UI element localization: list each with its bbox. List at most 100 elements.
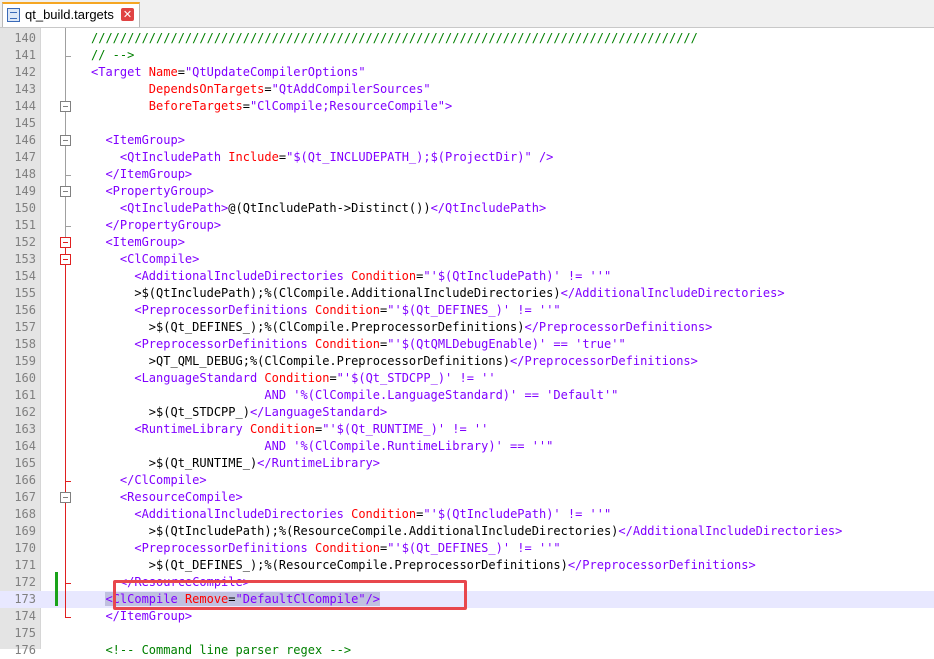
code-token: "'$(QtIncludePath)' != ''" bbox=[423, 269, 612, 283]
change-history-marker bbox=[55, 572, 58, 606]
fold-toggle-icon[interactable] bbox=[60, 492, 71, 503]
code-token: AND '%(ClCompile.RuntimeLibrary)' == ''" bbox=[264, 439, 554, 453]
code-line[interactable]: 146 <ItemGroup> bbox=[0, 132, 934, 149]
code-text: <Target Name="QtUpdateCompilerOptions" bbox=[91, 64, 366, 81]
code-text: AND '%(ClCompile.LanguageStandard)' == '… bbox=[91, 387, 618, 404]
code-line[interactable]: 169 >$(QtIncludePath);%(ResourceCompile.… bbox=[0, 523, 934, 540]
line-number: 172 bbox=[14, 575, 36, 589]
code-line[interactable]: 150 <QtIncludePath>@(QtIncludePath->Dist… bbox=[0, 200, 934, 217]
code-line[interactable]: 174 </ItemGroup> bbox=[0, 608, 934, 625]
line-number: 160 bbox=[14, 371, 36, 385]
fold-guide-line bbox=[65, 28, 66, 237]
code-line[interactable]: 176 <!-- Command line parser regex --> bbox=[0, 642, 934, 659]
code-line[interactable]: 156 <PreprocessorDefinitions Condition="… bbox=[0, 302, 934, 319]
line-number: 145 bbox=[14, 116, 36, 130]
fold-end-tick bbox=[65, 226, 71, 227]
code-line[interactable]: 151 </PropertyGroup> bbox=[0, 217, 934, 234]
code-line[interactable]: 143 DependsOnTargets="QtAddCompilerSourc… bbox=[0, 81, 934, 98]
line-number: 140 bbox=[14, 31, 36, 45]
code-token: // --> bbox=[91, 48, 135, 62]
code-line[interactable]: 140 /////////////////////////////////////… bbox=[0, 30, 934, 47]
line-number: 149 bbox=[14, 184, 36, 198]
code-line[interactable]: 145 bbox=[0, 115, 934, 132]
code-line[interactable]: 155 >$(QtIncludePath);%(ClCompile.Additi… bbox=[0, 285, 934, 302]
code-line[interactable]: 165 >$(Qt_RUNTIME_)</RuntimeLibrary> bbox=[0, 455, 934, 472]
code-text: BeforeTargets="ClCompile;ResourceCompile… bbox=[91, 98, 452, 115]
code-line[interactable]: 144 BeforeTargets="ClCompile;ResourceCom… bbox=[0, 98, 934, 115]
code-line[interactable]: 164 AND '%(ClCompile.RuntimeLibrary)' ==… bbox=[0, 438, 934, 455]
code-line[interactable]: 157 >$(Qt_DEFINES_);%(ClCompile.Preproce… bbox=[0, 319, 934, 336]
code-token: <PreprocessorDefinitions bbox=[134, 303, 315, 317]
code-line[interactable]: 141 // --> bbox=[0, 47, 934, 64]
code-token: AND '%(ClCompile.LanguageStandard)' == '… bbox=[264, 388, 619, 402]
code-line[interactable]: 166 </ClCompile> bbox=[0, 472, 934, 489]
code-line[interactable]: 167 <ResourceCompile> bbox=[0, 489, 934, 506]
code-text: <ClCompile> bbox=[91, 251, 199, 268]
line-number: 171 bbox=[14, 558, 36, 572]
code-token: </PropertyGroup> bbox=[105, 218, 222, 232]
code-line[interactable]: 161 AND '%(ClCompile.LanguageStandard)' … bbox=[0, 387, 934, 404]
code-token: <RuntimeLibrary bbox=[134, 422, 250, 436]
code-token: = bbox=[329, 371, 337, 385]
code-text: >$(Qt_DEFINES_);%(ResourceCompile.Prepro… bbox=[91, 557, 756, 574]
code-line[interactable]: 149 <PropertyGroup> bbox=[0, 183, 934, 200]
code-line[interactable]: 159 >QT_QML_DEBUG;%(ClCompile.Preprocess… bbox=[0, 353, 934, 370]
line-number: 147 bbox=[14, 150, 36, 164]
fold-toggle-icon[interactable] bbox=[60, 186, 71, 197]
code-line[interactable]: 148 </ItemGroup> bbox=[0, 166, 934, 183]
close-icon[interactable]: ✕ bbox=[121, 8, 134, 21]
code-token: >$(QtIncludePath);%(ClCompile.Additional… bbox=[91, 286, 561, 300]
code-line[interactable]: 168 <AdditionalIncludeDirectories Condit… bbox=[0, 506, 934, 523]
code-token: >$(QtIncludePath);%(ResourceCompile.Addi… bbox=[91, 524, 619, 538]
code-token: </PreprocessorDefinitions> bbox=[567, 558, 756, 572]
code-line[interactable]: 171 >$(Qt_DEFINES_);%(ResourceCompile.Pr… bbox=[0, 557, 934, 574]
code-line[interactable]: 163 <RuntimeLibrary Condition="'$(Qt_RUN… bbox=[0, 421, 934, 438]
code-token: <AdditionalIncludeDirectories bbox=[134, 269, 352, 283]
code-line[interactable]: 153 <ClCompile> bbox=[0, 251, 934, 268]
code-token: = bbox=[242, 99, 250, 113]
code-token: Condition bbox=[249, 422, 315, 436]
code-line[interactable]: 160 <LanguageStandard Condition="'$(Qt_S… bbox=[0, 370, 934, 387]
code-text: <PropertyGroup> bbox=[91, 183, 213, 200]
code-token: </PreprocessorDefinitions> bbox=[524, 320, 713, 334]
fold-toggle-icon[interactable] bbox=[60, 135, 71, 146]
code-token: <!-- Command line parser regex --> bbox=[105, 643, 352, 657]
code-text: </ClCompile> bbox=[91, 472, 207, 489]
fold-toggle-icon[interactable] bbox=[60, 101, 71, 112]
code-token: "'$(Qt_DEFINES_)' != ''" bbox=[387, 541, 561, 555]
tab-qt-build-targets[interactable]: qt_build.targets ✕ bbox=[2, 2, 140, 27]
code-line[interactable]: 170 <PreprocessorDefinitions Condition="… bbox=[0, 540, 934, 557]
line-number: 159 bbox=[14, 354, 36, 368]
fold-toggle-icon[interactable] bbox=[60, 254, 71, 265]
code-text: <PreprocessorDefinitions Condition="'$(Q… bbox=[91, 540, 561, 557]
fold-end-tick bbox=[65, 617, 71, 618]
line-number: 157 bbox=[14, 320, 36, 334]
code-editor[interactable]: 140 /////////////////////////////////////… bbox=[0, 28, 934, 657]
code-text: </PropertyGroup> bbox=[91, 217, 221, 234]
fold-toggle-icon[interactable] bbox=[60, 237, 71, 248]
line-number: 155 bbox=[14, 286, 36, 300]
code-line[interactable]: 142 <Target Name="QtUpdateCompilerOptions… bbox=[0, 64, 934, 81]
code-line[interactable]: 147 <QtIncludePath Include="$(Qt_INCLUDE… bbox=[0, 149, 934, 166]
code-token: /> bbox=[531, 150, 554, 164]
code-line[interactable]: 154 <AdditionalIncludeDirectories Condit… bbox=[0, 268, 934, 285]
code-line[interactable]: 152 <ItemGroup> bbox=[0, 234, 934, 251]
code-line[interactable]: 175 bbox=[0, 625, 934, 642]
code-token: <PreprocessorDefinitions bbox=[134, 541, 315, 555]
line-number: 176 bbox=[14, 643, 36, 657]
code-line[interactable]: 158 <PreprocessorDefinitions Condition="… bbox=[0, 336, 934, 353]
code-token: <Target bbox=[91, 65, 149, 79]
code-line[interactable]: 162 >$(Qt_STDCPP_)</LanguageStandard> bbox=[0, 404, 934, 421]
